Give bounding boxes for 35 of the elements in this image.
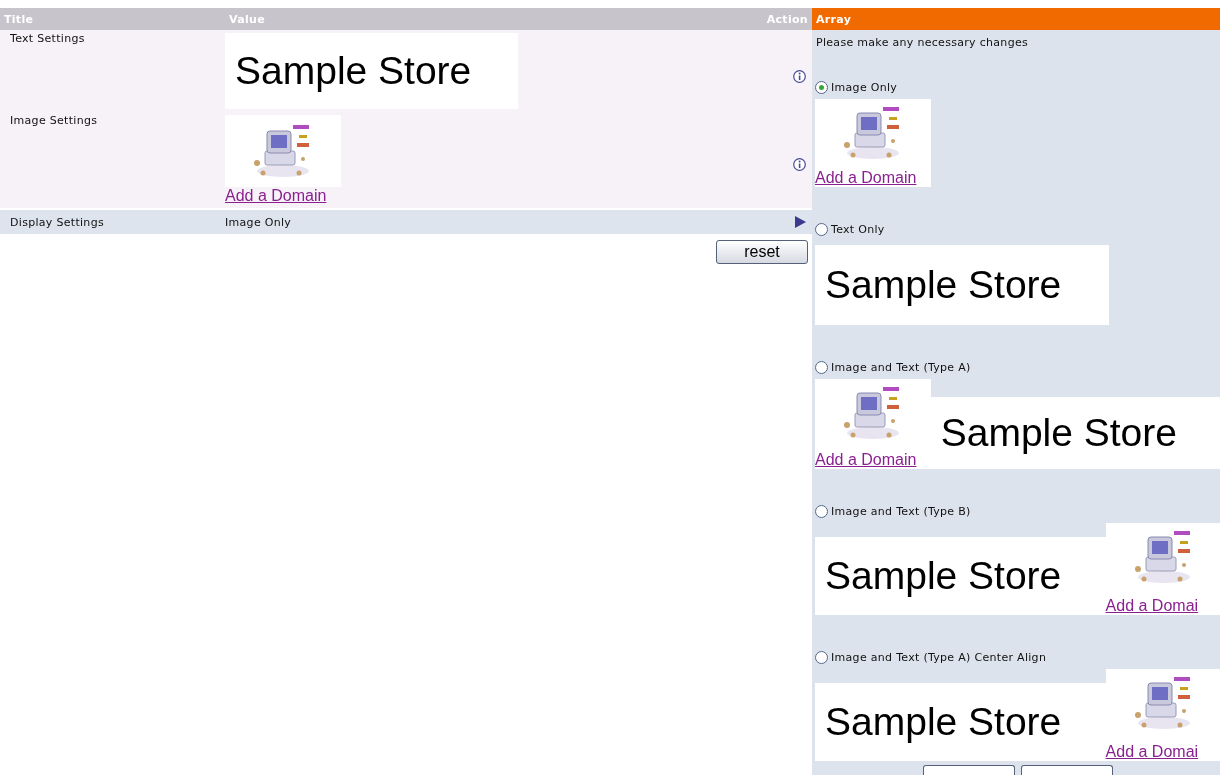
info-icon[interactable] xyxy=(793,157,806,171)
setting-title: Display Settings xyxy=(9,215,105,229)
store-name-text: Sample Store xyxy=(225,33,518,109)
radio-button[interactable] xyxy=(815,504,828,518)
panel-header: Array xyxy=(812,8,1220,30)
setting-value: Image Only xyxy=(225,215,293,229)
add-domain-link[interactable]: Add a Domain xyxy=(815,451,917,469)
instruction-text: Please make any necessary changes xyxy=(816,36,1029,49)
store-name-text: Sample Store xyxy=(930,397,1220,469)
option-label: Image and Text (Type A) xyxy=(831,360,971,374)
option-label: Image and Text (Type B) xyxy=(831,504,971,518)
column-header: Action xyxy=(765,12,809,26)
column-header: Value xyxy=(228,12,266,26)
radio-button[interactable] xyxy=(815,222,828,236)
store-name-text: Sample Store xyxy=(815,537,1106,615)
store-name-text: Sample Store xyxy=(815,683,1106,761)
info-icon[interactable] xyxy=(793,69,806,83)
add-domain-link[interactable]: Add a Domai xyxy=(1105,597,1199,615)
option-label: Image and Text (Type A) Center Align xyxy=(831,650,1047,664)
reset-button[interactable]: reset xyxy=(716,240,808,264)
radio-button[interactable] xyxy=(815,650,828,664)
radio-button[interactable] xyxy=(815,360,828,374)
option-label: Text Only xyxy=(831,222,885,236)
cut-off-button[interactable] xyxy=(1021,765,1113,775)
column-header: Title xyxy=(3,12,35,26)
setting-title: Image Settings xyxy=(9,113,99,127)
cut-off-button[interactable] xyxy=(923,765,1015,775)
play-arrow-icon[interactable] xyxy=(794,216,806,228)
add-domain-link[interactable]: Add a Domain xyxy=(815,169,917,187)
radio-button[interactable] xyxy=(815,80,828,94)
setting-title: Text Settings xyxy=(9,31,86,45)
store-name-text: Sample Store xyxy=(815,245,1109,325)
add-domain-link[interactable]: Add a Domain xyxy=(225,187,327,204)
add-domain-link[interactable]: Add a Domai xyxy=(1105,743,1199,761)
option-label: Image Only xyxy=(831,80,898,94)
